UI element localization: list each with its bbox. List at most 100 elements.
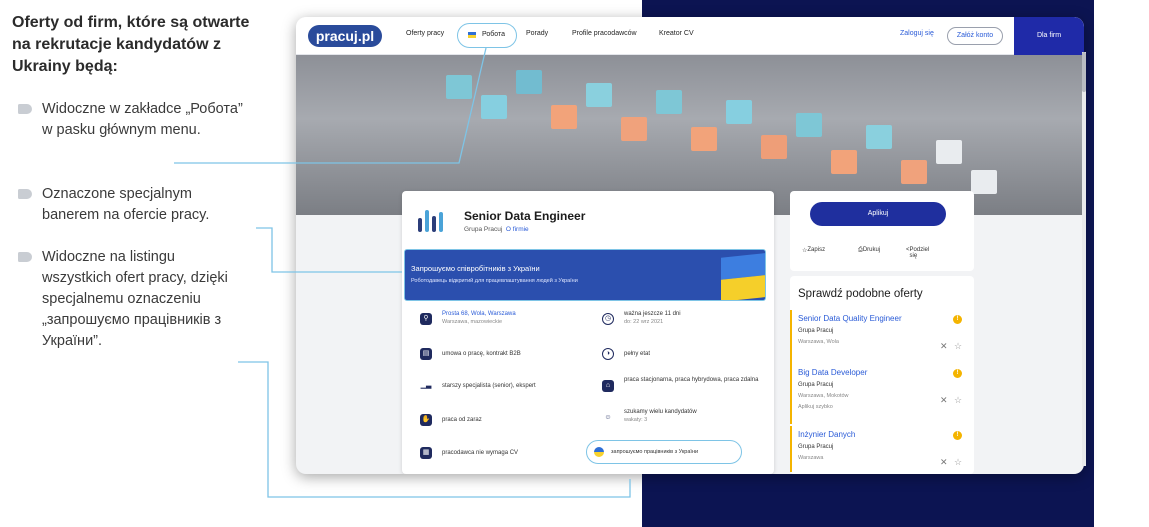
- apply-panel: Aplikuj ☆ Zapisz ⎙ Drukuj < Podziel się: [790, 191, 974, 271]
- nav-item-advice[interactable]: Porady: [526, 30, 548, 37]
- nav-item-robota[interactable]: Робота: [457, 23, 517, 48]
- annotation-bullet: Oznaczone specjalnym banerem na ofercie …: [18, 184, 248, 226]
- annotation-bullet-text: Oznaczone specjalnym banerem na ofercie …: [42, 186, 210, 223]
- sticky-note: [551, 105, 577, 129]
- login-link[interactable]: Zaloguj się: [900, 30, 934, 37]
- about-company-link[interactable]: O firmie: [506, 226, 529, 233]
- nav-item-offers[interactable]: Oferty pracy: [406, 30, 444, 37]
- detail-vacancies-sub: wakaty: 3: [624, 417, 648, 423]
- scrollbar[interactable]: [1082, 52, 1086, 466]
- sticky-note: [516, 70, 542, 94]
- detail-validity-text: ważna jeszcze 11 dni: [624, 311, 681, 317]
- nav-item-robota-label: Робота: [482, 31, 506, 38]
- sticky-note: [691, 127, 717, 151]
- nav-item-cv-creator[interactable]: Kreator CV: [659, 30, 694, 37]
- sticky-note: [831, 150, 857, 174]
- detail-location: Prosta 68, Wola, Warszawa Warszawa, mazo…: [442, 311, 516, 325]
- annotation-bullet: Widoczne na listingu wszystkich ofert pr…: [18, 247, 248, 352]
- pie-icon: ◑: [602, 348, 614, 360]
- highlight-badge-icon: !: [953, 369, 962, 378]
- ukraine-flag-icon: [468, 32, 476, 38]
- offer-location: Warszawa: [798, 455, 824, 461]
- detail-location-text[interactable]: Prosta 68, Wola, Warszawa: [442, 311, 516, 317]
- dismiss-icon[interactable]: ✕: [940, 395, 948, 406]
- company-line: Grupa Pracuj O firmie: [464, 226, 529, 233]
- person-icon: ☺: [602, 412, 614, 424]
- detail-validity: ważna jeszcze 11 dni do: 22 wrz 2021: [624, 311, 681, 325]
- detail-no-cv: pracodawca nie wymaga CV: [442, 450, 519, 456]
- location-pin-icon: ⚲: [420, 313, 432, 325]
- company-logo: [416, 206, 448, 238]
- sticky-note: [971, 170, 997, 194]
- offer-title[interactable]: Senior Data Quality Engineer: [798, 314, 902, 323]
- share-button[interactable]: < Podziel się: [906, 247, 929, 259]
- bullet-marker-icon: [18, 189, 32, 199]
- similar-offer[interactable]: Big Data Developer ! Grupa Pracuj Warsza…: [790, 364, 974, 424]
- scrollbar-thumb[interactable]: [1082, 52, 1086, 92]
- browser-window: pracuj.pl Oferty pracy Робота Porady Pro…: [296, 17, 1084, 474]
- dismiss-icon[interactable]: ✕: [940, 341, 948, 352]
- bullet-marker-icon: [18, 252, 32, 262]
- share-label: Podziel się: [909, 247, 930, 259]
- highlight-badge-icon: !: [953, 431, 962, 440]
- ukraine-flag-icon: [594, 447, 604, 457]
- sticky-note: [866, 125, 892, 149]
- sticky-note: [761, 135, 787, 159]
- stage: Oferty od firm, które są otwarte na rekr…: [0, 0, 1149, 527]
- for-companies-button[interactable]: Dla firm: [1014, 17, 1084, 55]
- offer-title[interactable]: Inżynier Danych: [798, 430, 855, 439]
- offer-company: Grupa Pracuj: [798, 444, 834, 450]
- house-icon: ⌂: [602, 380, 614, 392]
- similar-offers-panel: Sprawdź podobne oferty Senior Data Quali…: [790, 276, 974, 474]
- sticky-note: [621, 117, 647, 141]
- detail-location-sub: Warszawa, mazowieckie: [442, 319, 503, 325]
- save-button[interactable]: ☆ Zapisz: [802, 247, 825, 254]
- star-icon[interactable]: ☆: [954, 341, 962, 352]
- offer-location: Warszawa, Mokotów: [798, 393, 849, 399]
- ukraine-workers-tag: запрошуємо працівників з України: [586, 440, 742, 464]
- sticky-note: [901, 160, 927, 184]
- offer-company: Grupa Pracuj: [798, 382, 834, 388]
- sticky-note: [796, 113, 822, 137]
- detail-vacancies-text: szukamy wielu kandydatów: [624, 409, 697, 415]
- sticky-note: [481, 95, 507, 119]
- quick-apply-label: Aplikuj szybko: [798, 404, 833, 410]
- banner-title: Запрошуємо співробітників з України: [411, 264, 540, 273]
- sticky-note: [586, 83, 612, 107]
- ukraine-flag-icon: [721, 252, 765, 300]
- star-icon[interactable]: ☆: [954, 457, 962, 468]
- detail-level: starszy specjalista (senior), ekspert: [442, 383, 536, 389]
- print-button[interactable]: ⎙ Drukuj: [858, 247, 880, 254]
- dismiss-icon[interactable]: ✕: [940, 457, 948, 468]
- annotation-title: Oferty od firm, które są otwarte na rekr…: [12, 14, 250, 75]
- offer-location: Warszawa, Wola: [798, 339, 839, 345]
- nav-item-employer-profiles[interactable]: Profile pracodawców: [572, 30, 637, 37]
- similar-offer[interactable]: Inżynier Danych ! Grupa Pracuj Warszawa …: [790, 426, 974, 472]
- clock-icon: ◷: [602, 313, 614, 325]
- similar-offer[interactable]: Senior Data Quality Engineer ! Grupa Pra…: [790, 310, 974, 366]
- job-offer-card: Senior Data Engineer Grupa Pracuj O firm…: [402, 191, 774, 474]
- site-logo[interactable]: pracuj.pl: [308, 25, 382, 47]
- apply-button[interactable]: Aplikuj: [810, 202, 946, 226]
- print-label: Drukuj: [862, 247, 881, 253]
- sticky-note: [726, 100, 752, 124]
- detail-start: praca od zaraz: [442, 417, 482, 423]
- annotation-bullet-text: Widoczne w zakładce „Робота” w pasku głó…: [42, 101, 243, 138]
- annotation-bullet-text: Widoczne na listingu wszystkich ofert pr…: [42, 249, 228, 349]
- cv-icon: ▦: [420, 447, 432, 459]
- sticky-note: [936, 140, 962, 164]
- ukraine-recruitment-banner: Запрошуємо співробітників з України Робо…: [404, 249, 766, 301]
- ukraine-workers-label: запрошуємо працівників з України: [611, 449, 699, 455]
- star-icon[interactable]: ☆: [954, 395, 962, 406]
- similar-offers-title: Sprawdź podobne oferty: [798, 288, 923, 300]
- highlight-badge-icon: !: [953, 315, 962, 324]
- signal-bars-icon: ▁▃: [420, 380, 432, 392]
- banner-subtitle: Роботодавець відкритий для працевлаштува…: [411, 278, 578, 284]
- offer-company: Grupa Pracuj: [798, 328, 834, 334]
- job-title: Senior Data Engineer: [464, 209, 586, 223]
- sticky-note: [446, 75, 472, 99]
- offer-title[interactable]: Big Data Developer: [798, 368, 867, 377]
- bullet-marker-icon: [18, 104, 32, 114]
- register-button[interactable]: Załóż konto: [947, 27, 1003, 45]
- detail-vacancies: szukamy wielu kandydatów wakaty: 3: [624, 409, 697, 423]
